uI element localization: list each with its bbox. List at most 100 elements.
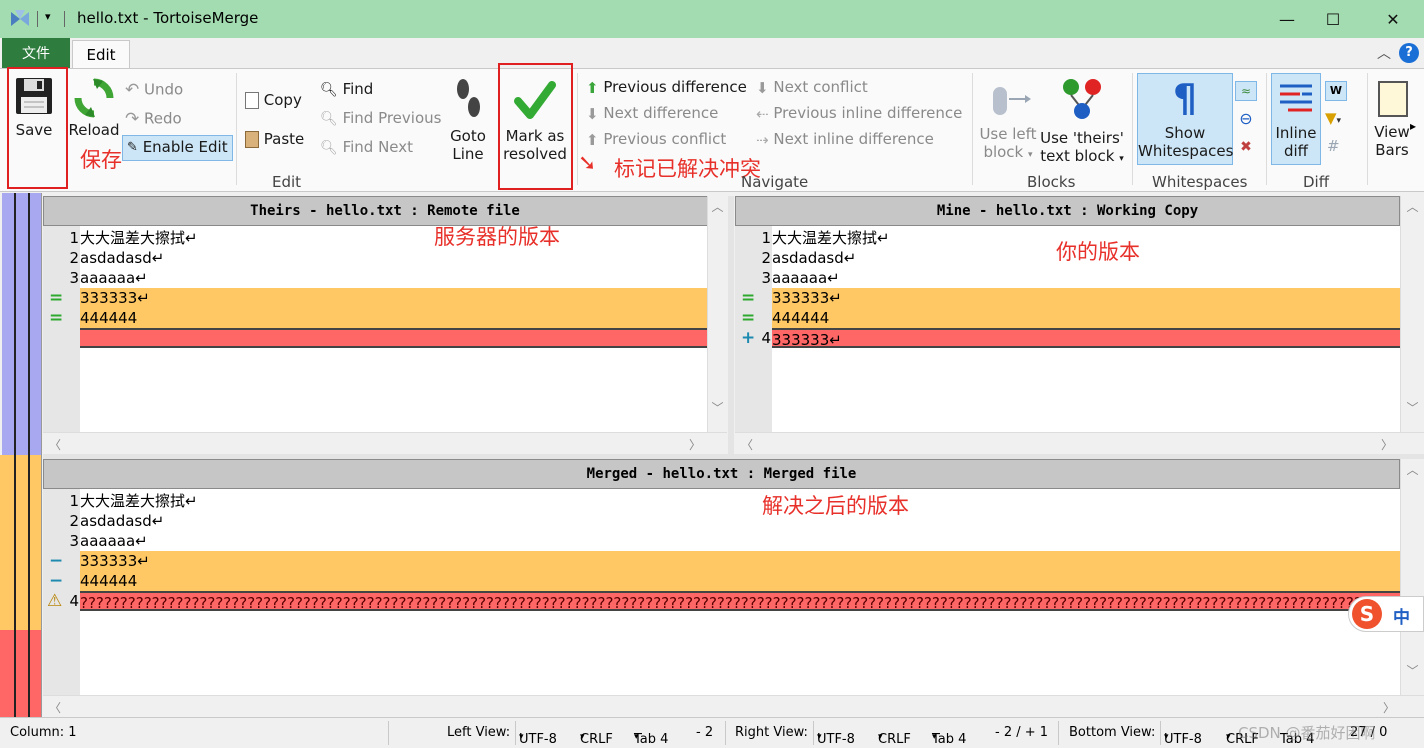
next-inline-difference-button[interactable]: ⇢ Next inline difference: [756, 130, 934, 149]
paste-button[interactable]: Paste: [245, 130, 304, 148]
inline-diff-button[interactable]: Inline diff: [1271, 73, 1321, 165]
mine-pane[interactable]: Mine - hello.txt : Working Copy 大大温差大擦拭↵…: [735, 196, 1424, 454]
line-text: 333333↵: [80, 289, 150, 307]
filter-icon[interactable]: ▼▾: [1325, 109, 1341, 127]
horizontal-scrollbar[interactable]: 〈〉: [43, 432, 727, 454]
tab-file[interactable]: 文件: [2, 38, 70, 68]
up-arrow-icon: ⬆: [586, 78, 599, 97]
quick-access-dropdown-icon[interactable]: ▾: [45, 10, 51, 23]
use-theirs-text-block-button[interactable]: Use 'theirs' text block ▾: [1038, 75, 1126, 165]
diff-line[interactable]: aaaaaa↵: [772, 268, 1400, 288]
next-conflict-button[interactable]: ⬇ Next conflict: [756, 78, 868, 97]
horizontal-scrollbar[interactable]: 〈〉: [43, 695, 1424, 716]
divider: [388, 721, 389, 745]
vertical-scrollbar[interactable]: ︿ ﹀: [1400, 459, 1424, 695]
horizontal-scrollbar[interactable]: 〈〉: [735, 432, 1424, 454]
previous-inline-difference-button[interactable]: ⇠ Previous inline difference: [756, 104, 962, 123]
minimize-button[interactable]: —: [1264, 0, 1310, 38]
pane-splitter[interactable]: [728, 196, 734, 454]
ribbon: Save 保存 Reload ↶ Undo ↷ Redo ✎ Enable Ed…: [0, 63, 1424, 192]
line-text: 333333↵: [772, 331, 842, 348]
line-text: asdadasd↵: [80, 249, 165, 267]
line-state-icon: +: [741, 328, 756, 348]
find-next-label: Find Next: [342, 138, 414, 156]
divider: [236, 73, 237, 185]
line-state-icon: =: [741, 288, 756, 308]
reload-button[interactable]: Reload: [67, 75, 121, 147]
line-text: aaaaaa↵: [80, 532, 148, 550]
word-diff-icon[interactable]: W: [1325, 81, 1347, 101]
location-bar-merged: [30, 193, 41, 455]
whitespace-option-icon[interactable]: ≈: [1235, 81, 1257, 101]
merged-pane[interactable]: Merged - hello.txt : Merged file 大大温差大擦拭…: [43, 459, 1424, 716]
line-number: 2: [761, 249, 771, 267]
location-bar[interactable]: [0, 193, 42, 717]
status-right-count: - 2 / + 1: [995, 725, 1049, 740]
ime-mode-label: 中: [1393, 608, 1410, 628]
diff-line[interactable]: aaaaaa↵: [80, 268, 707, 288]
diff-line[interactable]: 444444: [80, 571, 1400, 591]
ignore-eol-icon[interactable]: ✖: [1235, 137, 1257, 157]
diff-line[interactable]: [80, 328, 707, 348]
view-bars-button[interactable]: View Bars: [1372, 75, 1412, 165]
ime-indicator[interactable]: S 中: [1348, 596, 1424, 632]
use-left-block-button[interactable]: Use left block ▾: [978, 75, 1038, 165]
diff-line[interactable]: 333333↵: [772, 288, 1400, 308]
collapse-ribbon-icon[interactable]: ︿: [1377, 43, 1391, 63]
diff-option-icon[interactable]: #: [1327, 137, 1340, 155]
next-difference-button[interactable]: ⬇ Next difference: [586, 104, 718, 123]
maximize-button[interactable]: ☐: [1310, 0, 1356, 38]
close-button[interactable]: ✕: [1370, 0, 1416, 38]
copy-button[interactable]: Copy: [245, 91, 302, 109]
diff-line[interactable]: asdadasd↵: [80, 511, 1400, 531]
show-whitespaces-button[interactable]: ¶ Show Whitespaces: [1137, 73, 1233, 165]
diff-line[interactable]: 大大温差大擦拭↵: [80, 228, 707, 248]
diff-line[interactable]: 333333↵: [772, 328, 1400, 348]
left-encoding-value: UTF-8: [519, 732, 557, 747]
enable-edit-button[interactable]: ✎ Enable Edit: [122, 135, 233, 161]
line-text: 444444: [772, 309, 830, 327]
diff-line[interactable]: 大大温差大擦拭↵: [80, 491, 1400, 511]
redo-button[interactable]: ↷ Redo: [125, 109, 182, 129]
vertical-scrollbar[interactable]: ︿ ﹀: [1400, 196, 1424, 432]
right-encoding-value: UTF-8: [817, 732, 855, 747]
line-number: 2: [69, 512, 79, 530]
previous-difference-button[interactable]: ⬆ Previous difference: [586, 78, 747, 97]
find-button[interactable]: 🔍︎ Find: [320, 80, 373, 98]
previous-conflict-button[interactable]: ⬆ Previous conflict: [586, 130, 726, 149]
diff-line[interactable]: 333333↵: [80, 551, 1400, 571]
use-left-label-2-text: block: [983, 143, 1024, 161]
line-number: 1: [761, 229, 771, 247]
diff-line[interactable]: 333333↵: [80, 288, 707, 308]
pane-header-theirs: Theirs - hello.txt : Remote file: [43, 196, 727, 226]
vertical-scrollbar[interactable]: ︿ ﹀: [707, 196, 727, 432]
line-state-icon: =: [741, 308, 756, 328]
diff-line[interactable]: asdadasd↵: [80, 248, 707, 268]
find-previous-button[interactable]: 🔍︎ Find Previous: [320, 109, 441, 127]
inline-diff-icon: [1278, 80, 1314, 120]
location-bar-mine: [16, 193, 28, 455]
status-bottom-view-label: Bottom View:: [1069, 725, 1156, 740]
line-text: 444444: [80, 309, 138, 327]
goto-line-button[interactable]: Goto Line: [446, 75, 490, 165]
group-label-diff: Diff: [1303, 173, 1330, 191]
ribbon-scroll-right-icon[interactable]: ▸: [1410, 119, 1416, 133]
ignore-case-icon[interactable]: ⊖: [1235, 109, 1257, 129]
status-left-view-label: Left View:: [447, 725, 511, 740]
divider: [1058, 721, 1059, 745]
diff-line[interactable]: 444444: [772, 308, 1400, 328]
use-theirs-label-2-text: text block: [1040, 147, 1115, 165]
tab-edit[interactable]: Edit: [72, 40, 130, 68]
divider: [1132, 73, 1133, 185]
diff-line[interactable]: aaaaaa↵: [80, 531, 1400, 551]
theirs-pane[interactable]: Theirs - hello.txt : Remote file 大大温差大擦拭…: [43, 196, 727, 454]
search-icon: 🔍︎: [320, 110, 338, 127]
copy-label: Copy: [263, 91, 302, 109]
watermark: CSDN @番茄好困啊: [1238, 724, 1376, 742]
undo-button[interactable]: ↶ Undo: [125, 80, 183, 100]
group-label-edit: Edit: [272, 173, 302, 191]
find-next-button[interactable]: 🔍︎ Find Next: [320, 138, 413, 156]
diff-line[interactable]: 444444: [80, 308, 707, 328]
help-icon[interactable]: ?: [1399, 43, 1419, 63]
diff-line[interactable]: ????????????????????????????????????????…: [80, 591, 1400, 611]
